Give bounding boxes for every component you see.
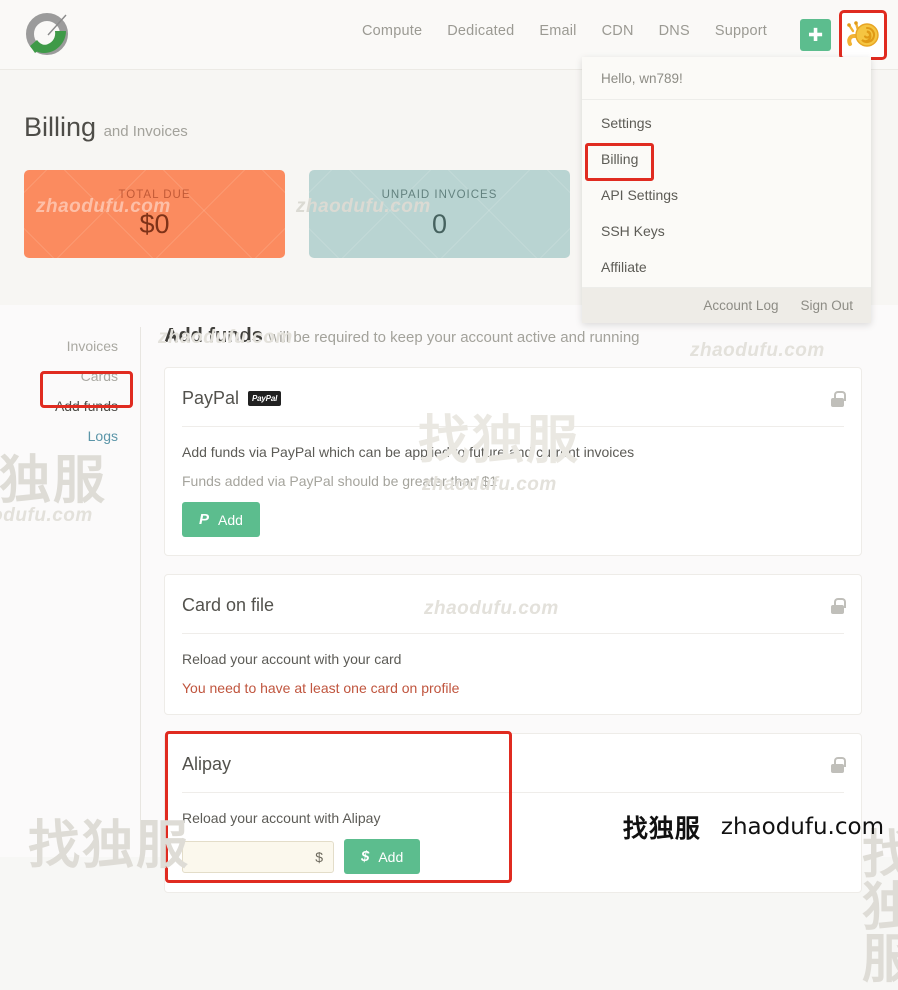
nav-item-cdn[interactable]: CDN [602, 23, 634, 39]
stat-label-unpaid-invoices: UNPAID INVOICES [381, 188, 498, 201]
lock-icon [831, 756, 846, 773]
main-content-area: Invoices Cards Add funds Logs Add funds … [0, 305, 898, 893]
alipay-description: Reload your account with Alipay [182, 810, 381, 826]
alipay-card-title: Alipay [182, 754, 232, 774]
add-funds-panel: Add funds will be required to keep your … [164, 325, 862, 911]
lock-icon [831, 390, 846, 407]
user-avatar-button[interactable] [839, 10, 887, 60]
dropdown-item-ssh-keys[interactable]: SSH Keys [582, 213, 871, 249]
card-on-file-description: Reload your account with your card [182, 651, 402, 667]
section-title: Add funds will be required to keep your … [164, 325, 862, 348]
brand-logo-icon[interactable] [22, 9, 72, 59]
paypal-description: Add funds via PayPal which can be applie… [182, 444, 635, 460]
payment-card-alipay: Alipay Reload your account with Alipay $… [164, 731, 862, 893]
sidebar-item-invoices[interactable]: Invoices [0, 331, 118, 361]
dropdown-item-billing[interactable]: Billing [582, 141, 871, 181]
nav-item-email[interactable]: Email [539, 23, 576, 39]
payment-card-card-on-file: Card on file Reload your account with yo… [164, 574, 862, 715]
stat-value-total-due: $0 [139, 208, 170, 239]
card-on-file-title-group: Card on file [182, 595, 274, 616]
nav-item-dns[interactable]: DNS [659, 23, 690, 39]
paypal-card-title: PayPal [182, 388, 240, 408]
paypal-card-body: Add funds via PayPal which can be applie… [182, 427, 844, 537]
stat-card-total-due: TOTAL DUE $0 [24, 170, 285, 258]
stat-card-unpaid-invoices: UNPAID INVOICES 0 [309, 170, 570, 258]
section-title-main: Add funds [164, 325, 263, 347]
dropdown-footer: Account Log Sign Out [582, 287, 871, 323]
dropdown-item-settings[interactable]: Settings [582, 105, 871, 141]
payment-card-paypal: PayPal PayPal Add funds via PayPal which… [164, 367, 862, 556]
billing-sidebar: Invoices Cards Add funds Logs [0, 331, 128, 451]
nav-item-support[interactable]: Support [715, 23, 767, 39]
sidebar-item-cards[interactable]: Cards [0, 361, 118, 391]
nav-item-compute[interactable]: Compute [362, 23, 422, 39]
dropdown-item-list: Settings Billing API Settings SSH Keys A… [582, 100, 871, 287]
sidebar-divider [140, 327, 141, 857]
section-title-sub: will be required to keep your account ac… [268, 329, 640, 346]
nav-item-dedicated[interactable]: Dedicated [447, 23, 514, 39]
alipay-card-title-group: Alipay [182, 754, 231, 775]
paypal-logo-icon: PayPal [248, 391, 282, 406]
alipay-card-body: Reload your account with Alipay $ $ Add [182, 793, 844, 874]
sidebar-item-add-funds[interactable]: Add funds [0, 391, 118, 421]
paypal-add-button-label: Add [218, 511, 243, 528]
alipay-card-header: Alipay [182, 754, 846, 793]
stat-label-total-due: TOTAL DUE [118, 188, 191, 201]
card-on-file-body: Reload your account with your card You n… [182, 634, 844, 696]
snail-avatar-icon [847, 21, 879, 47]
card-on-file-title: Card on file [182, 595, 275, 615]
lock-icon [831, 597, 846, 614]
dropdown-greeting: Hello, wn789! [582, 57, 871, 100]
account-dropdown-menu: Hello, wn789! Settings Billing API Setti… [582, 57, 871, 323]
dropdown-sign-out-link[interactable]: Sign Out [800, 298, 853, 313]
paypal-minimum-note: Funds added via PayPal should be greater… [182, 473, 498, 489]
paypal-card-header: PayPal PayPal [182, 388, 846, 427]
dropdown-item-api-settings[interactable]: API Settings [582, 177, 871, 213]
sidebar-item-logs[interactable]: Logs [0, 421, 118, 451]
plus-icon[interactable]: ✚ [800, 19, 831, 51]
main-nav-links: Compute Dedicated Email CDN DNS Support [362, 23, 767, 39]
paypal-card-title-group: PayPal PayPal [182, 388, 282, 409]
paypal-add-button[interactable]: P Add [182, 502, 260, 537]
page-title-main: Billing [24, 112, 97, 142]
dropdown-account-log-link[interactable]: Account Log [703, 298, 778, 313]
page-title-sub: and Invoices [103, 123, 188, 140]
dropdown-item-affiliate[interactable]: Affiliate [582, 249, 871, 285]
card-on-file-header: Card on file [182, 595, 846, 634]
stat-value-unpaid-invoices: 0 [431, 208, 448, 239]
card-on-file-warning: You need to have at least one card on pr… [182, 680, 460, 696]
paypal-p-icon: P [199, 511, 210, 528]
